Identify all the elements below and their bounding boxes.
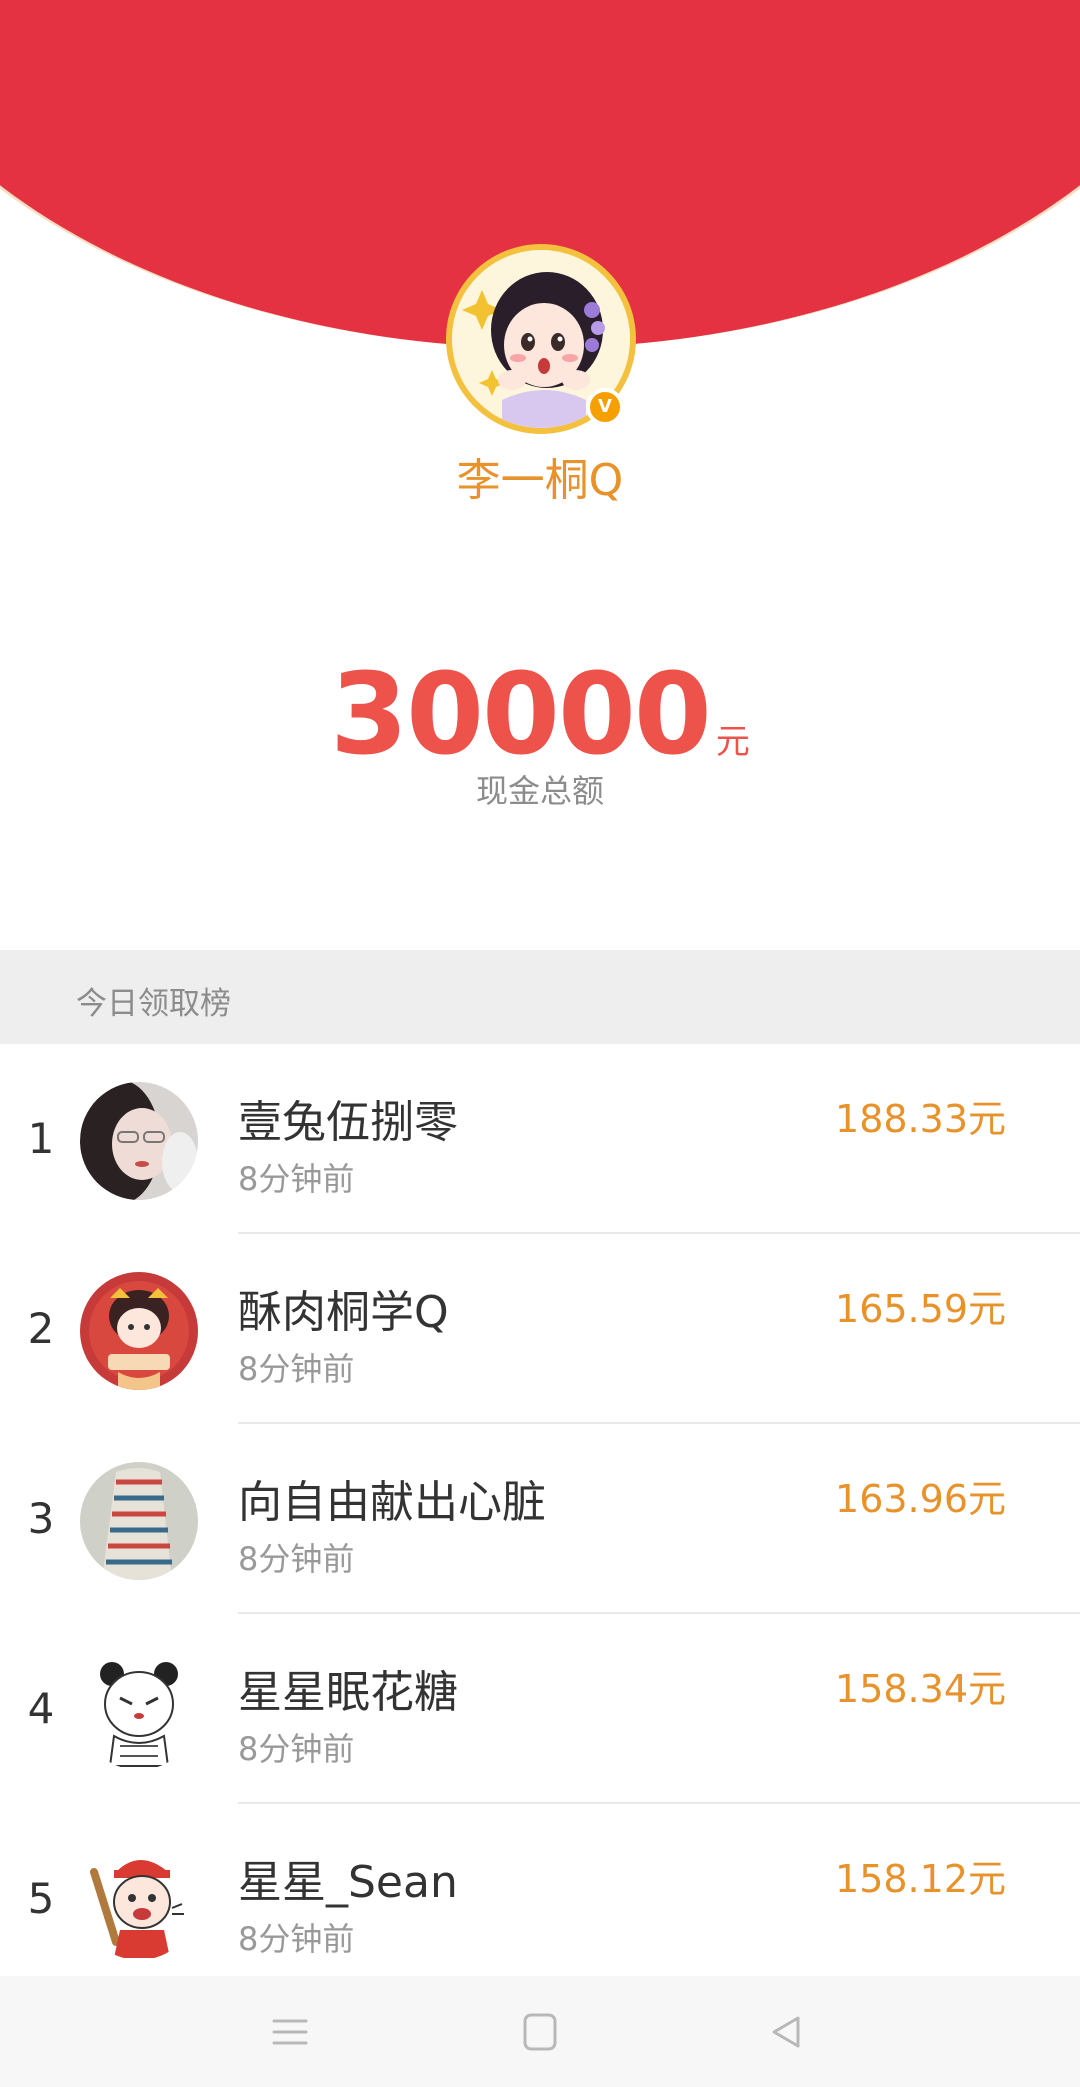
total-amount-unit: 元 bbox=[715, 722, 750, 762]
user-avatar-icon[interactable] bbox=[80, 1082, 198, 1200]
received-amount: 165.59元 bbox=[835, 1287, 1006, 1331]
total-amount-caption: 现金总额 bbox=[475, 772, 604, 810]
user-avatar-icon[interactable] bbox=[80, 1462, 198, 1580]
list-item[interactable]: 5 星星_Sean 8分钟前 158.12元 bbox=[0, 1804, 1080, 1994]
verified-badge-icon: V bbox=[586, 388, 624, 426]
receive-time: 8分钟前 bbox=[238, 1350, 355, 1388]
list-item[interactable]: 1 壹兔伍捌零 8分钟前 188.33元 bbox=[0, 1044, 1080, 1234]
leaderboard-title: 今日领取榜 bbox=[76, 986, 231, 1022]
user-name: 向自由献出心脏 bbox=[238, 1477, 546, 1528]
total-amount: 30000 元 bbox=[0, 650, 1080, 780]
sender-avatar[interactable]: V bbox=[446, 244, 636, 434]
receive-time: 8分钟前 bbox=[238, 1920, 355, 1958]
leaderboard-list: 1 壹兔伍捌零 8分钟前 188.33元 2 酥肉桐学Q 8分钟前 165.59… bbox=[0, 1044, 1080, 1994]
system-navigation-bar bbox=[0, 1976, 1080, 2087]
verified-badge-label: V bbox=[598, 396, 612, 417]
rank-number: 5 bbox=[27, 1874, 55, 1923]
received-amount: 158.34元 bbox=[835, 1667, 1006, 1711]
user-name: 酥肉桐学Q bbox=[238, 1287, 449, 1338]
received-amount: 163.96元 bbox=[835, 1477, 1006, 1521]
list-item[interactable]: 2 酥肉桐学Q 8分钟前 165.59元 bbox=[0, 1234, 1080, 1424]
user-name: 星星_Sean bbox=[238, 1857, 458, 1908]
user-avatar-icon[interactable] bbox=[80, 1272, 198, 1390]
rank-number: 2 bbox=[27, 1304, 55, 1353]
total-amount-value: 30000 bbox=[330, 650, 712, 780]
receive-time: 8分钟前 bbox=[238, 1730, 355, 1768]
list-item[interactable]: 4 星星眠花糖 8分钟前 158.34元 bbox=[0, 1614, 1080, 1804]
sender-name[interactable]: 李一桐Q bbox=[0, 444, 1080, 508]
user-avatar-icon[interactable] bbox=[80, 1842, 198, 1960]
menu-icon[interactable] bbox=[262, 2004, 318, 2060]
rank-number: 4 bbox=[27, 1684, 55, 1733]
list-item[interactable]: 3 向自由献出心脏 8分钟前 163.96元 bbox=[0, 1424, 1080, 1614]
back-icon[interactable] bbox=[758, 2004, 814, 2060]
rank-number: 1 bbox=[27, 1114, 55, 1163]
user-avatar-icon[interactable] bbox=[80, 1652, 198, 1770]
receive-time: 8分钟前 bbox=[238, 1160, 355, 1198]
user-name: 壹兔伍捌零 bbox=[238, 1097, 458, 1148]
user-name: 星星眠花糖 bbox=[238, 1667, 458, 1718]
received-amount: 158.12元 bbox=[835, 1857, 1006, 1901]
receive-time: 8分钟前 bbox=[238, 1540, 355, 1578]
leaderboard-header: 今日领取榜 bbox=[0, 950, 1080, 1044]
received-amount: 188.33元 bbox=[835, 1097, 1006, 1141]
home-icon[interactable] bbox=[512, 2004, 568, 2060]
rank-number: 3 bbox=[27, 1494, 55, 1543]
